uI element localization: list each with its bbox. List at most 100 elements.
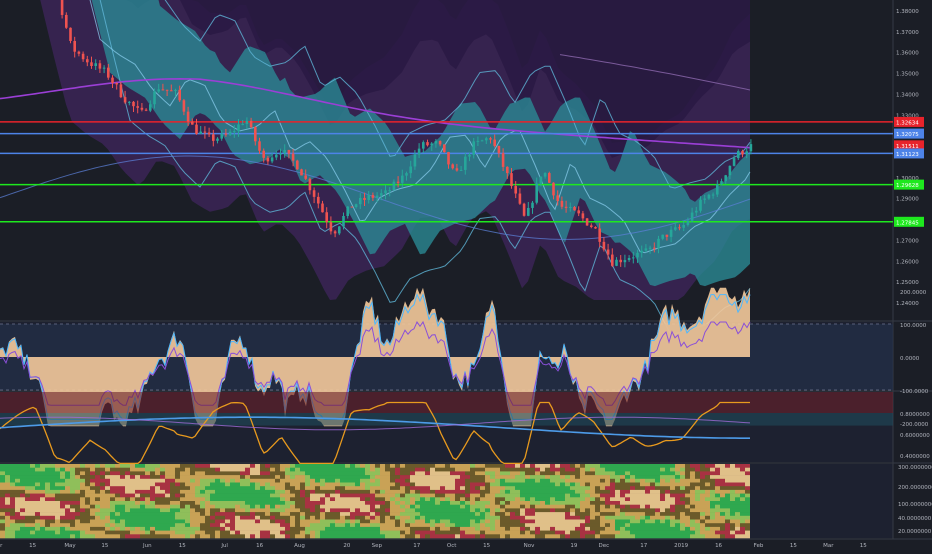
heatmap-cell bbox=[490, 501, 495, 505]
heatmap-cell bbox=[740, 501, 745, 505]
heatmap-cell bbox=[650, 478, 655, 483]
heatmap-cell bbox=[90, 478, 95, 483]
heatmap-cell bbox=[700, 508, 705, 513]
heatmap-cell bbox=[120, 515, 125, 520]
heatmap-cell bbox=[625, 486, 630, 491]
heatmap-cell bbox=[90, 523, 95, 528]
heatmap-cell bbox=[730, 534, 735, 539]
heatmap-cell bbox=[670, 534, 675, 539]
heatmap-cell bbox=[590, 504, 595, 509]
chart-root[interactable]: 1.38000 1.37000 1.36000 1.35000 1.34000 1.330… bbox=[0, 0, 932, 550]
heatmap-cell bbox=[375, 523, 380, 528]
heatmap-cell bbox=[390, 497, 395, 502]
heatmap-cell bbox=[385, 475, 390, 480]
heatmap-cell bbox=[175, 471, 180, 476]
heatmap-cell bbox=[720, 482, 725, 487]
heatmap-cell bbox=[440, 489, 445, 494]
candle-body bbox=[741, 151, 744, 155]
heatmap-cell bbox=[545, 501, 550, 505]
heatmap-cell bbox=[320, 515, 325, 520]
candle-body bbox=[405, 173, 408, 176]
heatmap-cell bbox=[585, 512, 590, 517]
heatmap-cell bbox=[225, 501, 230, 505]
heatmap-cell bbox=[540, 486, 545, 491]
heatmap-cell bbox=[80, 486, 85, 491]
heatmap-cell bbox=[475, 534, 480, 539]
heatmap-cell bbox=[670, 475, 675, 480]
chart-svg[interactable]: 1.380001.370001.360001.350001.340001.330… bbox=[0, 0, 932, 550]
heatmap-cell bbox=[175, 512, 180, 517]
candle-body bbox=[543, 173, 547, 177]
heatmap-cell bbox=[610, 493, 615, 498]
heatmap-cell bbox=[460, 526, 465, 531]
heatmap-cell bbox=[190, 482, 195, 487]
heatmap-cell bbox=[620, 475, 625, 480]
heatmap-cell bbox=[310, 501, 315, 505]
heatmap-cell bbox=[210, 515, 215, 520]
heatmap-cell bbox=[285, 486, 290, 491]
heatmap-cell bbox=[460, 464, 465, 468]
heatmap-cell bbox=[310, 489, 315, 494]
heatmap-cell bbox=[445, 523, 450, 528]
heatmap-cell bbox=[470, 475, 475, 480]
heatmap-cell bbox=[15, 464, 20, 468]
heatmap-cell bbox=[170, 504, 175, 509]
heatmap-cell bbox=[500, 478, 505, 483]
heatmap-cell bbox=[20, 526, 25, 531]
heatmap-cell bbox=[405, 512, 410, 517]
candle-body bbox=[153, 91, 156, 105]
candle-body bbox=[136, 106, 139, 108]
heatmap-cell bbox=[30, 471, 35, 476]
heatmap-cell bbox=[110, 526, 115, 531]
heatmap-cell bbox=[620, 523, 625, 528]
heatmap-cell bbox=[215, 519, 220, 524]
heatmap-cell bbox=[85, 523, 90, 528]
heatmap-cell bbox=[240, 475, 245, 480]
heatmap-cell bbox=[275, 478, 280, 483]
heatmap-cell bbox=[25, 467, 30, 472]
heatmap-cell bbox=[270, 471, 275, 476]
candle-body bbox=[220, 133, 223, 139]
heatmap-cell bbox=[375, 464, 380, 468]
heatmap-cell bbox=[605, 493, 610, 498]
heatmap-cell bbox=[320, 530, 325, 535]
heatmap-cell bbox=[690, 464, 695, 468]
heatmap-cell bbox=[90, 504, 95, 509]
heatmap-cell bbox=[220, 523, 225, 528]
heatmap-cell bbox=[55, 523, 60, 528]
heatmap-cell bbox=[545, 515, 550, 520]
heatmap-cell bbox=[630, 526, 635, 531]
heatmap-cell bbox=[155, 501, 160, 505]
heatmap-cell bbox=[405, 486, 410, 491]
heatmap-cell bbox=[710, 493, 715, 498]
heatmap-cell bbox=[555, 501, 560, 505]
heatmap-cell bbox=[675, 504, 680, 509]
heatmap-cell bbox=[490, 489, 495, 494]
heatmap-cell bbox=[425, 486, 430, 491]
heatmap-cell bbox=[235, 523, 240, 528]
heatmap-cell bbox=[180, 519, 185, 524]
heatmap-cell bbox=[205, 486, 210, 491]
heatmap-cell bbox=[715, 534, 720, 539]
time-tick-label: 16 bbox=[715, 543, 722, 549]
candle-body bbox=[392, 181, 396, 191]
heatmap-cell bbox=[340, 526, 345, 531]
heatmap-cell bbox=[275, 493, 280, 498]
candle-body bbox=[522, 203, 526, 216]
heatmap-cell bbox=[75, 486, 80, 491]
heatmap-cell bbox=[390, 467, 395, 472]
heatmap-cell bbox=[355, 489, 360, 494]
heatmap-cell bbox=[545, 467, 550, 472]
heatmap-cell bbox=[280, 482, 285, 487]
osc2-tick-label: 0.8000000 bbox=[900, 412, 930, 418]
heatmap-cell bbox=[615, 534, 620, 539]
heatmap-cell bbox=[40, 512, 45, 517]
heatmap-cell bbox=[365, 489, 370, 494]
heatmap-cell bbox=[630, 478, 635, 483]
heatmap-cell bbox=[330, 526, 335, 531]
heatmap-cell bbox=[65, 504, 70, 509]
candle-body bbox=[569, 207, 572, 209]
heatmap-cell bbox=[295, 489, 300, 494]
heatmap-cell bbox=[140, 534, 145, 539]
heatmap-cell bbox=[640, 493, 645, 498]
